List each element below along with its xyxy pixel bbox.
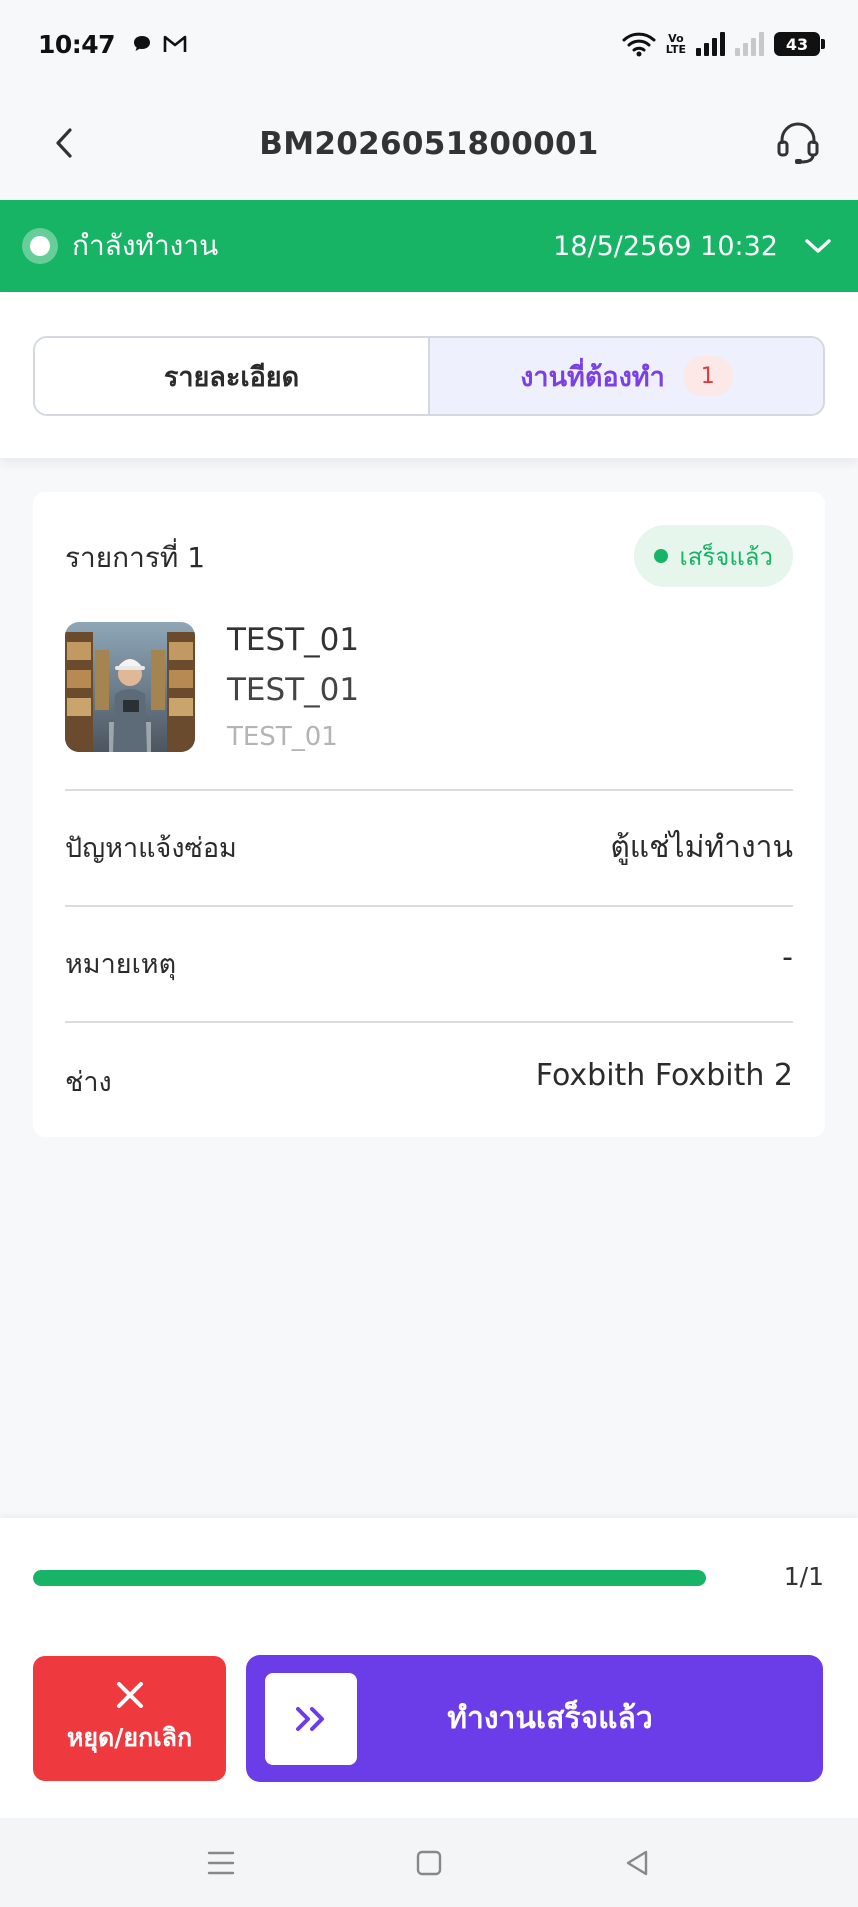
progress-bar	[33, 1570, 706, 1586]
segmented-tabs: รายละเอียด งานที่ต้องทำ 1	[33, 336, 825, 416]
job-status-label: กำลังทำงาน	[72, 229, 219, 262]
support-button[interactable]	[768, 112, 828, 172]
work-complete-label: ทำงานเสร็จแล้ว	[447, 1701, 653, 1736]
work-complete-button[interactable]: ทำงานเสร็จแล้ว	[246, 1655, 823, 1782]
job-status-banner[interactable]: กำลังทำงาน 18/5/2569 10:32	[0, 200, 858, 292]
chevron-left-icon	[56, 128, 72, 158]
chat-bubble-icon	[134, 36, 151, 51]
repair-issue-value: ตู้แช่ไม่ทำงาน	[610, 830, 793, 865]
home-icon[interactable]	[409, 1843, 449, 1883]
chevron-down-icon[interactable]	[800, 228, 836, 264]
todo-count-badge: 1	[682, 356, 733, 396]
tab-todo-label: งานที่ต้องทำ	[520, 361, 665, 393]
battery-icon: 43	[774, 32, 825, 56]
notification-icons	[131, 33, 187, 55]
volte-bottom: LTE	[665, 43, 686, 56]
page-title: BM2026051800001	[259, 126, 599, 162]
volte-indicator: Vo LTE	[666, 33, 686, 55]
product-thumbnail[interactable]	[65, 622, 195, 752]
task-item-card[interactable]: รายการที่ 1 เสร็จแล้ว TEST_01 TEST_01 TE…	[33, 492, 825, 1137]
progress-text: 1/1	[783, 1562, 824, 1591]
stop-cancel-label: หยุด/ยกเลิก	[66, 1722, 193, 1752]
signal-icon	[696, 32, 725, 56]
divider	[65, 1021, 793, 1023]
back-button[interactable]	[40, 118, 90, 168]
divider	[65, 905, 793, 907]
technician-value: Foxbith Foxbith 2	[535, 1058, 793, 1093]
job-status-datetime: 18/5/2569 10:32	[553, 230, 778, 262]
product-name: TEST_01	[227, 622, 360, 658]
status-badge: เสร็จแล้ว	[633, 525, 793, 587]
tab-todo[interactable]: งานที่ต้องทำ 1	[428, 338, 823, 414]
system-nav-bar	[0, 1818, 858, 1907]
headset-icon	[777, 122, 819, 164]
wifi-icon	[622, 32, 656, 57]
status-dot-icon	[22, 228, 58, 264]
status-time: 10:47	[38, 29, 116, 59]
product-subtitle: TEST_01	[227, 722, 338, 752]
progress-fill	[33, 1570, 706, 1586]
tab-details[interactable]: รายละเอียด	[35, 338, 428, 414]
close-icon	[116, 1681, 143, 1708]
status-bar: 10:47 Vo LTE 43	[0, 0, 858, 88]
note-value: -	[782, 940, 793, 975]
double-chevron-right-icon	[265, 1672, 357, 1765]
tab-details-label: รายละเอียด	[163, 361, 300, 393]
technician-label: ช่าง	[65, 1067, 112, 1098]
item-title: รายการที่ 1	[65, 541, 206, 574]
status-badge-label: เสร็จแล้ว	[679, 542, 773, 571]
app-header: BM2026051800001	[0, 88, 858, 200]
tabs-container: รายละเอียด งานที่ต้องทำ 1	[0, 292, 858, 458]
back-triangle-icon[interactable]	[617, 1843, 657, 1883]
menu-icon[interactable]	[201, 1843, 241, 1883]
gmail-icon	[163, 35, 187, 52]
stop-cancel-button[interactable]: หยุด/ยกเลิก	[33, 1656, 226, 1781]
bottom-action-panel: 1/1 หยุด/ยกเลิก ทำงานเสร็จแล้ว	[0, 1518, 858, 1818]
divider	[65, 789, 793, 791]
note-label: หมายเหตุ	[65, 949, 177, 980]
status-dot-icon	[653, 549, 668, 563]
status-right: Vo LTE 43	[622, 31, 825, 57]
signal-secondary-icon	[735, 32, 764, 56]
product-code: TEST_01	[227, 672, 360, 708]
repair-issue-label: ปัญหาแจ้งซ่อม	[65, 833, 237, 864]
